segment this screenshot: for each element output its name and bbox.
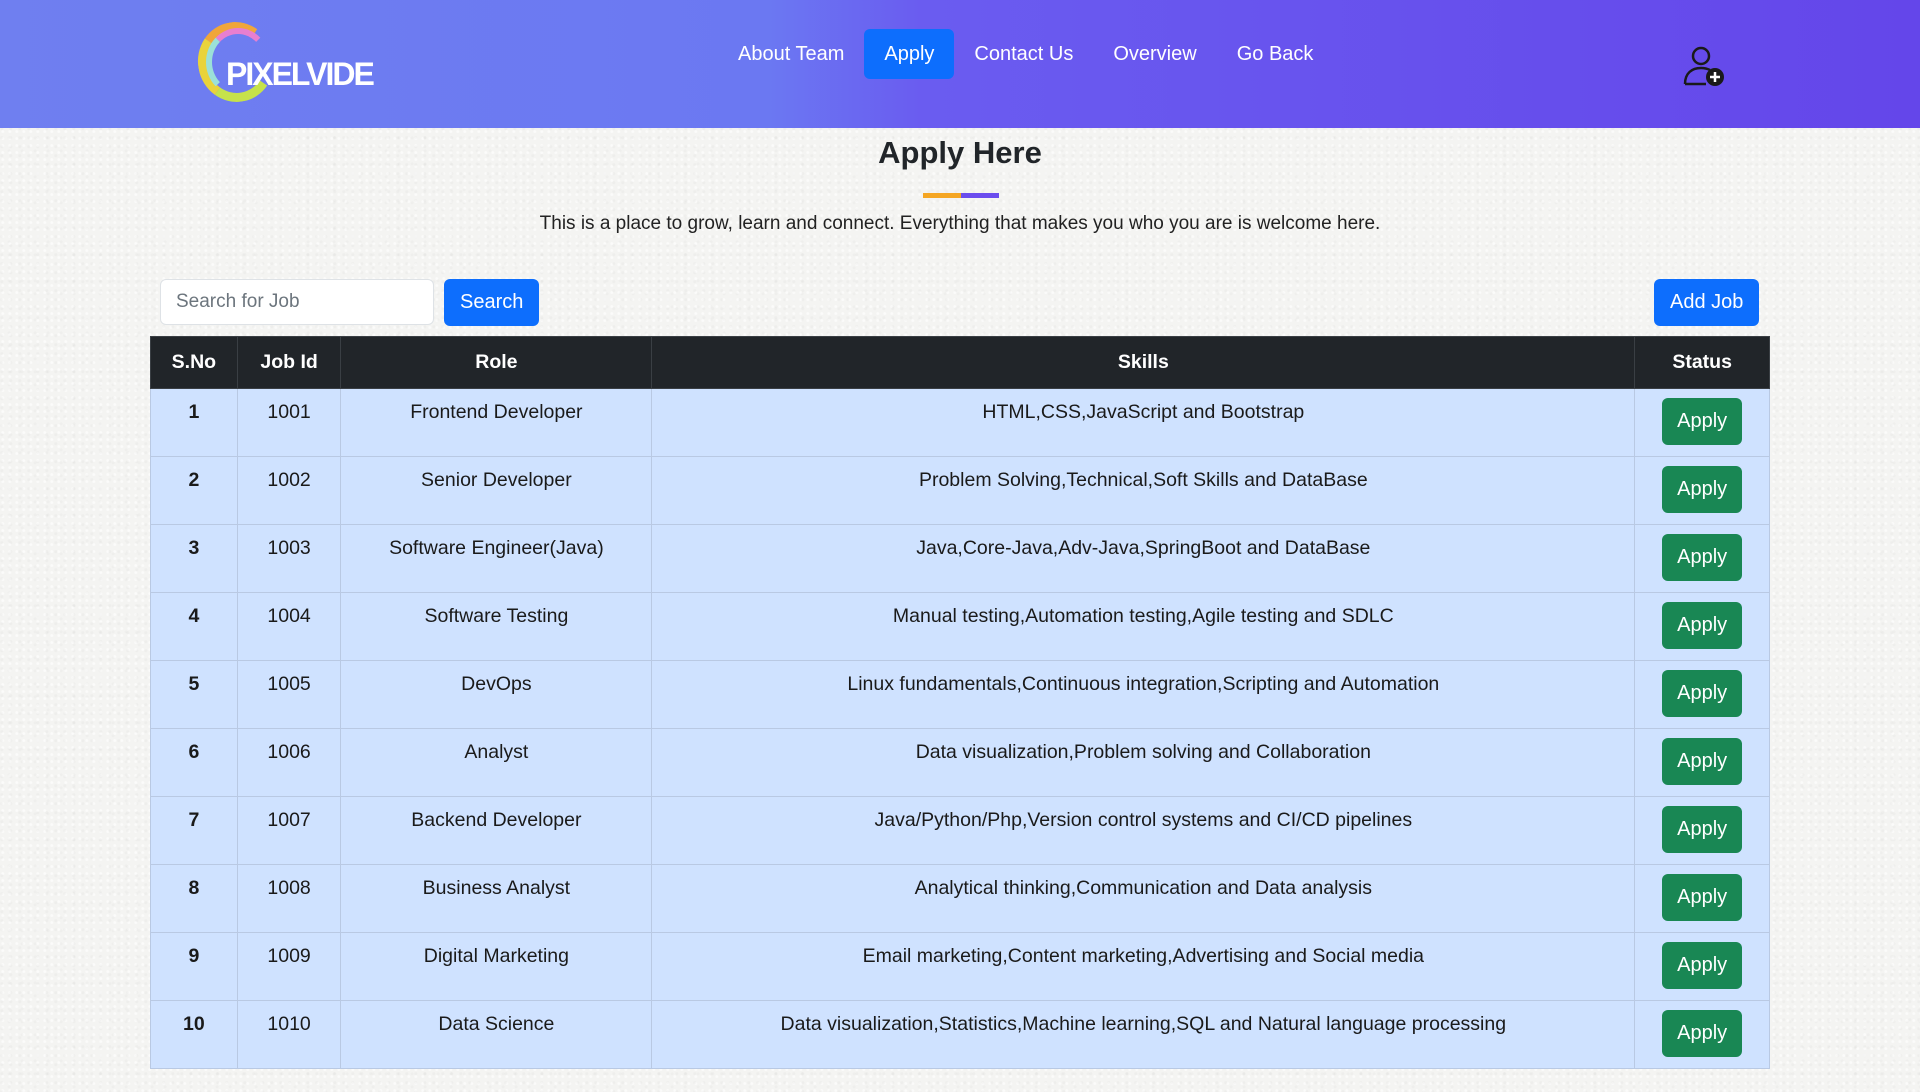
cell-sno: 8 [150, 864, 238, 933]
cell-job-id: 1009 [236, 932, 342, 1001]
table-row: 4 1004 Software Testing Manual testing,Auto… [150, 592, 1770, 661]
apply-button[interactable]: Apply [1662, 534, 1743, 581]
cell-status: Apply [1634, 388, 1770, 457]
cell-sno: 4 [150, 592, 238, 661]
nav-about-team[interactable]: About Team [718, 29, 864, 79]
cell-sno: 3 [150, 524, 238, 593]
apply-button[interactable]: Apply [1662, 466, 1743, 513]
search-input[interactable] [160, 279, 434, 325]
cell-job-id: 1001 [236, 388, 342, 457]
search-button[interactable]: Search [444, 279, 540, 326]
cell-job-id: 1002 [236, 456, 342, 525]
cell-sno: 2 [150, 456, 238, 525]
column-header-role: Role [340, 336, 653, 389]
cell-role: Senior Developer [340, 456, 653, 525]
cell-skills: Data visualization,Problem solving and C… [651, 728, 1636, 797]
cell-job-id: 1006 [236, 728, 342, 797]
table-row: 3 1003 Software Engineer(Java) Java,Core-Ja… [150, 524, 1770, 593]
table-row: 2 1002 Senior Developer Problem Solving,Tec… [150, 456, 1770, 525]
cell-status: Apply [1634, 456, 1770, 525]
jobs-table: S.No Job Id Role Skills Status 1 1001 Fron… [150, 336, 1770, 1069]
main-nav: About Team Apply Contact Us Overview Go … [718, 29, 1333, 79]
apply-button[interactable]: Apply [1662, 942, 1743, 989]
add-job-button[interactable]: Add Job [1654, 279, 1760, 326]
apply-button[interactable]: Apply [1662, 602, 1743, 649]
nav-contact-us[interactable]: Contact Us [954, 29, 1093, 79]
cell-skills: Problem Solving,Technical,Soft Skills an… [651, 456, 1636, 525]
cell-sno: 10 [150, 1000, 238, 1069]
cell-skills: Manual testing,Automation testing,Agile … [651, 592, 1636, 661]
cell-role: Backend Developer [340, 796, 653, 865]
cell-status: Apply [1634, 864, 1770, 933]
cell-status: Apply [1634, 796, 1770, 865]
cell-role: Analyst [340, 728, 653, 797]
cell-skills: Java,Core-Java,Adv-Java,SpringBoot and D… [651, 524, 1636, 593]
underline-orange [923, 193, 961, 198]
cell-skills: Linux fundamentals,Continuous integratio… [651, 660, 1636, 729]
page-subtitle: This is a place to grow, learn and conne… [539, 213, 1381, 234]
column-header-skills: Skills [651, 336, 1636, 389]
apply-button[interactable]: Apply [1662, 670, 1743, 717]
top-navbar: PIXELVIDE About Team Apply Contact Us Ov… [0, 0, 1920, 128]
cell-role: DevOps [340, 660, 653, 729]
table-row: 10 1010 Data Science Data visualization,Sta… [150, 1000, 1770, 1069]
cell-skills: Java/Python/Php,Version control systems … [651, 796, 1636, 865]
column-header-sno: S.No [150, 336, 238, 389]
brand-logo[interactable]: PIXELVIDE [191, 16, 382, 110]
cell-role: Data Science [340, 1000, 653, 1069]
cell-role: Digital Marketing [340, 932, 653, 1001]
page-title: Apply Here [878, 135, 1042, 170]
logo-text: PIXELVIDE [226, 56, 375, 92]
cell-job-id: 1008 [236, 864, 342, 933]
cell-sno: 5 [150, 660, 238, 729]
apply-button[interactable]: Apply [1662, 874, 1743, 921]
cell-status: Apply [1634, 932, 1770, 1001]
column-header-job-id: Job Id [236, 336, 342, 389]
nav-overview[interactable]: Overview [1093, 29, 1216, 79]
cell-job-id: 1003 [236, 524, 342, 593]
cell-job-id: 1007 [236, 796, 342, 865]
cell-status: Apply [1634, 660, 1770, 729]
cell-role: Business Analyst [340, 864, 653, 933]
table-header-row: S.No Job Id Role Skills Status [150, 336, 1770, 389]
table-row: 8 1008 Business Analyst Analytical thinking… [150, 864, 1770, 933]
table-row: 9 1009 Digital Marketing Email marketing,Co… [150, 932, 1770, 1001]
cell-sno: 7 [150, 796, 238, 865]
cell-job-id: 1005 [236, 660, 342, 729]
title-underline [923, 193, 999, 198]
cell-role: Software Engineer(Java) [340, 524, 653, 593]
cell-role: Software Testing [340, 592, 653, 661]
nav-go-back[interactable]: Go Back [1217, 29, 1334, 79]
add-user-icon[interactable] [1682, 44, 1726, 88]
nav-apply[interactable]: Apply [864, 29, 955, 79]
cell-sno: 1 [150, 388, 238, 457]
cell-sno: 6 [150, 728, 238, 797]
cell-skills: Analytical thinking,Communication and Da… [651, 864, 1636, 933]
table-row: 6 1006 Analyst Data visualization,Problem s… [150, 728, 1770, 797]
cell-status: Apply [1634, 524, 1770, 593]
cell-skills: Data visualization,Statistics,Machine le… [651, 1000, 1636, 1069]
cell-status: Apply [1634, 592, 1770, 661]
apply-button[interactable]: Apply [1662, 1010, 1743, 1057]
cell-sno: 9 [150, 932, 238, 1001]
cell-skills: Email marketing,Content marketing,Advert… [651, 932, 1636, 1001]
cell-job-id: 1010 [236, 1000, 342, 1069]
cell-role: Frontend Developer [340, 388, 653, 457]
underline-purple [961, 193, 999, 198]
table-row: 1 1001 Frontend Developer HTML,CSS,JavaScri… [150, 388, 1770, 457]
table-row: 5 1005 DevOps Linux fundamentals,Continuous… [150, 660, 1770, 729]
apply-button[interactable]: Apply [1662, 398, 1743, 445]
apply-button[interactable]: Apply [1662, 738, 1743, 785]
apply-button[interactable]: Apply [1662, 806, 1743, 853]
table-row: 7 1007 Backend Developer Java/Python/Php,Ve… [150, 796, 1770, 865]
cell-skills: HTML,CSS,JavaScript and Bootstrap [651, 388, 1636, 457]
cell-status: Apply [1634, 728, 1770, 797]
column-header-status: Status [1634, 336, 1770, 389]
cell-status: Apply [1634, 1000, 1770, 1069]
cell-job-id: 1004 [236, 592, 342, 661]
